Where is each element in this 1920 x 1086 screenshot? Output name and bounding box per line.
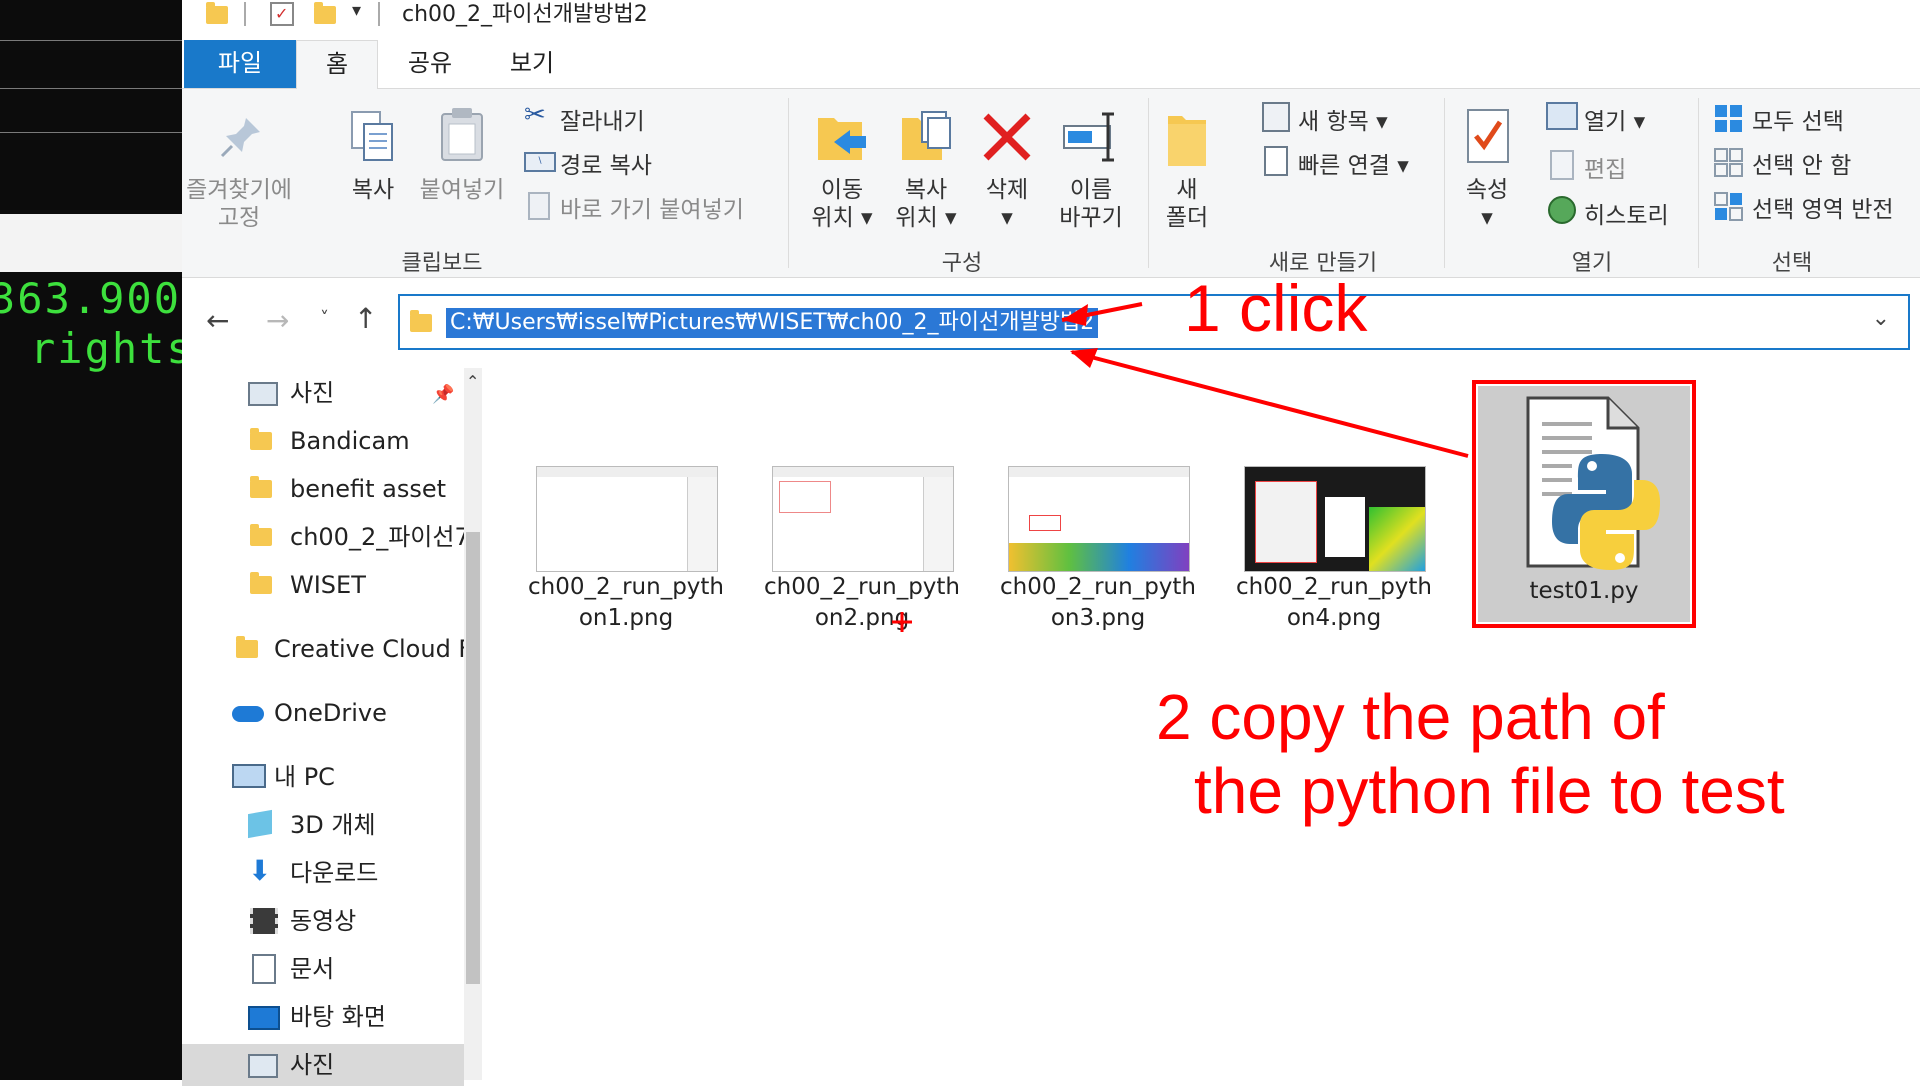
terminal-white-bar [0,214,182,272]
annotation-step2: 2 copy the path of [1156,681,1665,753]
terminal-window: 363.900] rights [0,0,182,1080]
annotation-arrows [892,302,1469,632]
annotation-step1: 1 click [1184,271,1368,345]
terminal-text: rights [30,324,182,373]
arrow-head [1070,348,1098,368]
arrow-head [1062,304,1088,326]
annotation-step2: the python file to test [1194,755,1785,827]
terminal-line [0,132,182,133]
terminal-text: 363.900] [0,274,182,323]
terminal-line [0,88,182,89]
file-explorer-window: ✓ ▾ ch00_2_파이선개발방법2 파일 홈 공유 보기 즐겨찾기에 고정 … [182,0,1920,1086]
terminal-line [0,40,182,41]
arrow-line [1071,350,1469,458]
